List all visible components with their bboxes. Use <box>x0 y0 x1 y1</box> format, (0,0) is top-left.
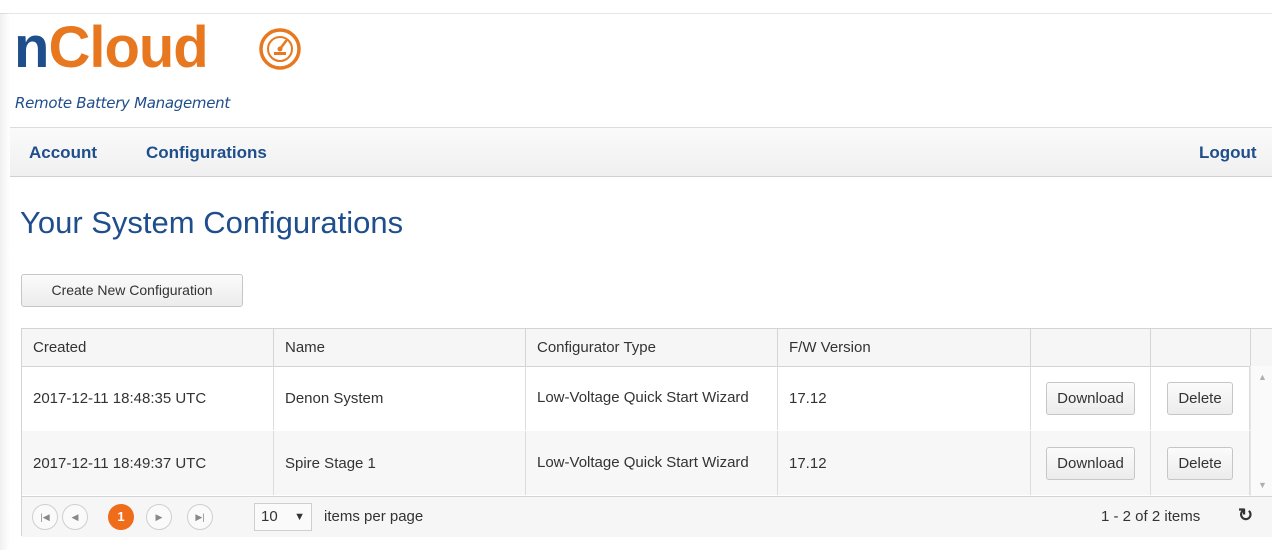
cell-name: Denon System <box>274 366 526 430</box>
cell-created: 2017-12-11 18:49:37 UTC <box>22 431 274 495</box>
cell-configurator-type: Low-Voltage Quick Start Wizard <box>526 366 778 430</box>
column-header-name[interactable]: Name <box>274 329 526 366</box>
column-header-fw-version[interactable]: F/W Version <box>778 329 1031 366</box>
cell-configurator-type: Low-Voltage Quick Start Wizard <box>526 431 778 495</box>
cell-download: Download <box>1031 366 1151 430</box>
top-divider <box>0 13 1272 14</box>
pager-info: 1 - 2 of 2 items <box>1101 508 1201 525</box>
cell-download: Download <box>1031 431 1151 495</box>
download-button[interactable]: Download <box>1046 381 1135 415</box>
prev-page-icon[interactable]: ◀ <box>62 504 88 530</box>
page-number-button[interactable]: 1 <box>108 504 134 530</box>
nav-account[interactable]: Account <box>29 143 97 163</box>
grid-pager: |◀ ◀ 1 ▶ ▶| 10 ▼ items per page 1 - 2 of… <box>22 496 1272 537</box>
column-header-delete <box>1151 329 1251 366</box>
scroll-down-arrow-icon[interactable]: ▼ <box>1251 476 1272 494</box>
logo-text-n: n <box>14 15 49 80</box>
create-configuration-button[interactable]: Create New Configuration <box>21 274 243 307</box>
refresh-icon[interactable]: ↻ <box>1238 505 1253 526</box>
vertical-scrollbar[interactable]: ▲ ▼ <box>1250 366 1272 496</box>
table-row[interactable]: 2017-12-11 18:49:37 UTC Spire Stage 1 Lo… <box>22 431 1250 495</box>
next-page-icon[interactable]: ▶ <box>146 504 172 530</box>
cell-name: Spire Stage 1 <box>274 431 526 495</box>
last-page-icon[interactable]: ▶| <box>187 504 213 530</box>
scroll-up-arrow-icon[interactable]: ▲ <box>1251 368 1272 386</box>
page-size-value: 10 <box>261 508 278 525</box>
column-header-download <box>1031 329 1151 366</box>
column-header-configurator-type[interactable]: Configurator Type <box>526 329 778 366</box>
items-per-page-label: items per page <box>324 508 424 525</box>
page-title: Your System Configurations <box>20 205 404 240</box>
nav-configurations[interactable]: Configurations <box>146 143 267 163</box>
configurations-grid: Created Name Configurator Type F/W Versi… <box>21 328 1272 537</box>
cell-fw-version: 17.12 <box>778 431 1031 495</box>
logout-link[interactable]: Logout <box>1199 143 1257 163</box>
main-navbar: Account Configurations Logout <box>10 127 1272 177</box>
cell-delete: Delete <box>1151 431 1250 495</box>
delete-button[interactable]: Delete <box>1167 381 1233 415</box>
grid-header: Created Name Configurator Type F/W Versi… <box>22 329 1272 367</box>
ncloud-logo: nCloud Remote Battery Management <box>14 15 301 112</box>
cell-created: 2017-12-11 18:48:35 UTC <box>22 366 274 430</box>
table-row[interactable]: 2017-12-11 18:48:35 UTC Denon System Low… <box>22 366 1250 430</box>
left-shadow <box>0 13 10 550</box>
column-header-created[interactable]: Created <box>22 329 274 366</box>
page-size-select[interactable]: 10 ▼ <box>254 503 312 531</box>
cell-delete: Delete <box>1151 366 1250 430</box>
cell-fw-version: 17.12 <box>778 366 1031 430</box>
dropdown-caret-icon: ▼ <box>294 511 305 523</box>
first-page-icon[interactable]: |◀ <box>32 504 58 530</box>
gauge-icon <box>259 28 301 70</box>
tagline: Remote Battery Management <box>15 94 230 112</box>
logo-text-cloud: Cloud <box>48 15 208 80</box>
download-button[interactable]: Download <box>1046 446 1135 480</box>
delete-button[interactable]: Delete <box>1167 446 1233 480</box>
